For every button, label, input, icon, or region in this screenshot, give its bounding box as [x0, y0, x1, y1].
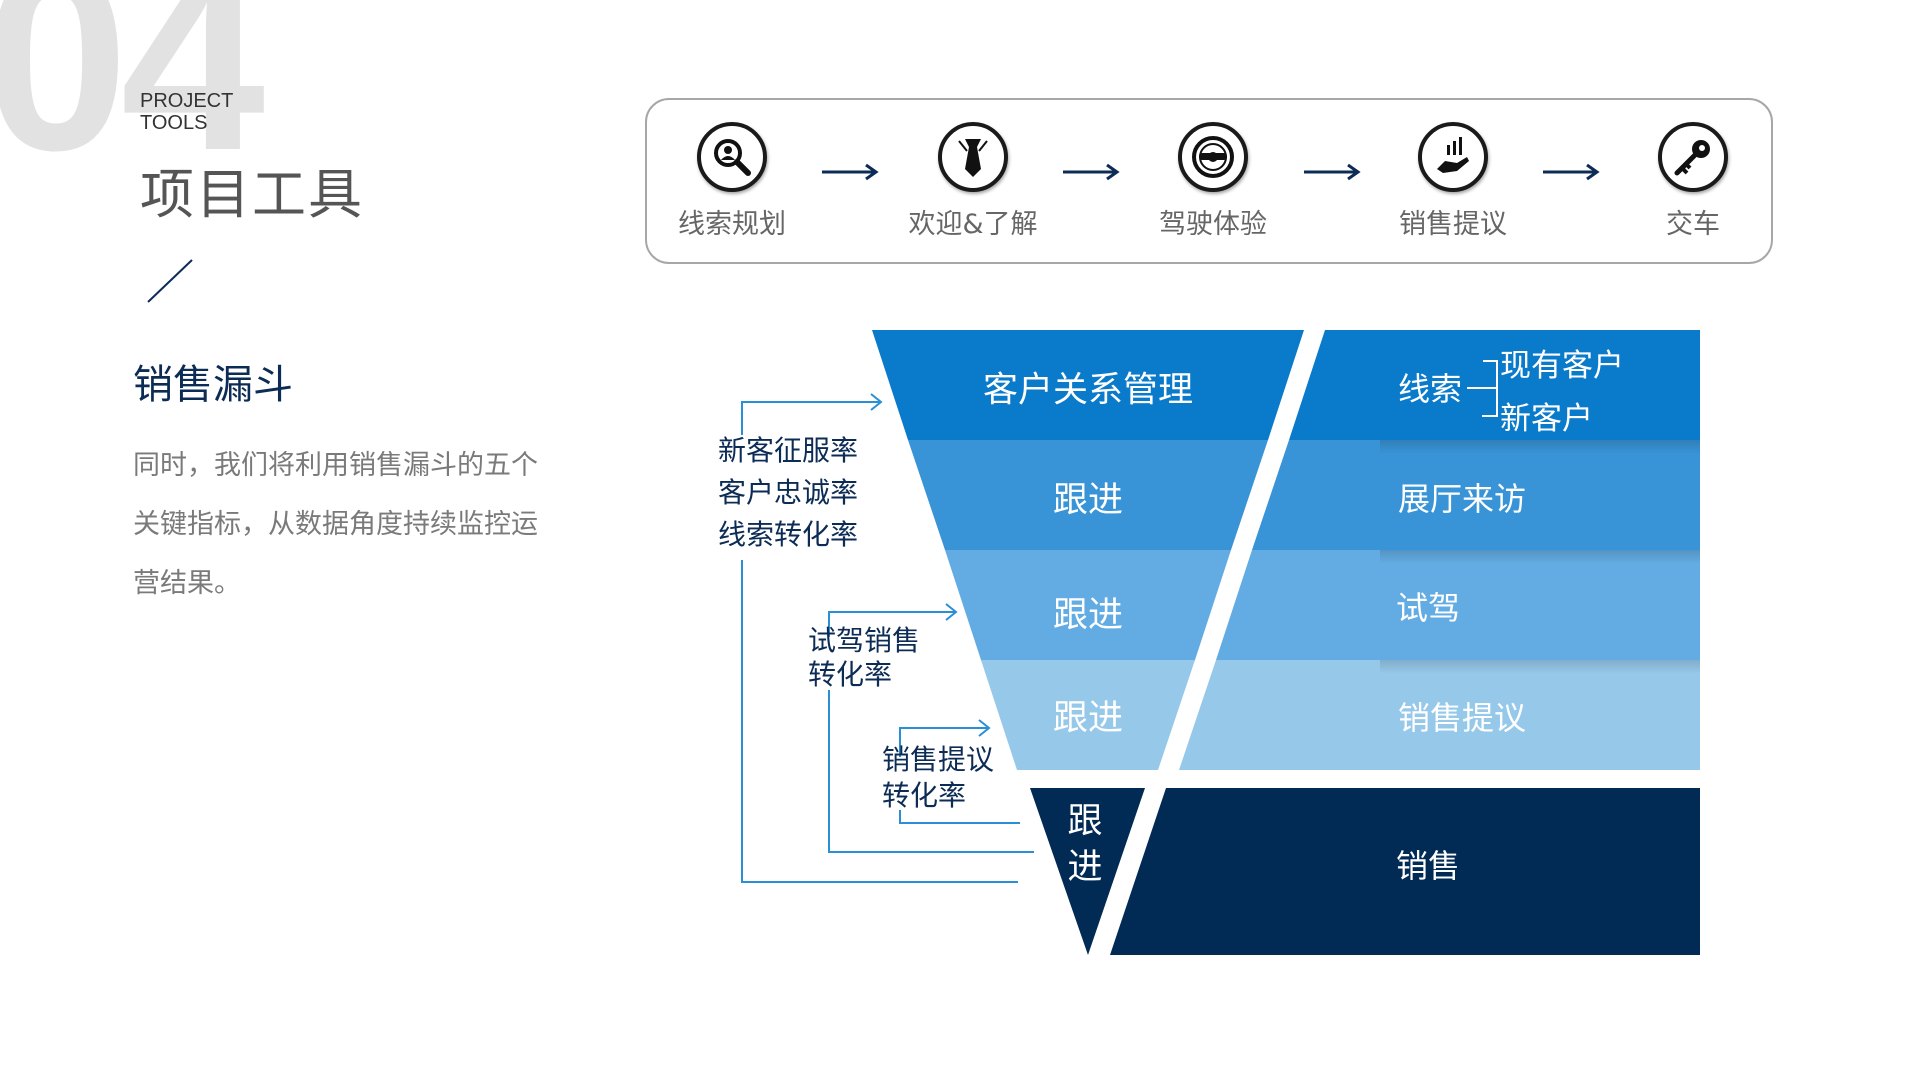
conversion-label-line: 销售提议 — [882, 743, 995, 776]
funnel-right-label: 展厅来访 — [1397, 480, 1527, 518]
funnel-right-label: 线索 — [1397, 370, 1463, 408]
conversion-label-line: 客户忠诚率 — [718, 476, 859, 509]
funnel-left-label: 跟进 — [1052, 480, 1124, 521]
funnel-right-layer-1 — [1289, 330, 1700, 440]
conversion-label-middle: 试驾销售 转化率 — [808, 624, 920, 692]
funnel-bottom-label: 跟 — [1067, 801, 1103, 842]
lead-existing-customer: 现有客户 — [1500, 348, 1624, 384]
layer-shadow — [1380, 550, 1700, 564]
conversion-label-line: 转化率 — [882, 779, 967, 812]
conversion-label-line: 转化率 — [808, 658, 893, 691]
funnel-left-label: 客户关系管理 — [982, 370, 1194, 411]
layer-shadow — [1380, 440, 1700, 454]
conversion-label-inner: 销售提议 转化率 — [882, 742, 994, 814]
funnel-left-label: 跟进 — [1052, 698, 1124, 739]
conversion-label-outer: 新客征服率 客户忠诚率 线索转化率 — [718, 430, 858, 556]
funnel-right-label: 试驾 — [1395, 589, 1461, 627]
conversion-label-line: 线索转化率 — [718, 518, 859, 551]
conversion-label-line: 新客征服率 — [718, 434, 859, 467]
sales-funnel-diagram — [741, 330, 1700, 955]
conversion-label-line: 试驾销售 — [808, 624, 921, 657]
layer-shadow — [1380, 660, 1700, 674]
funnel-right-label: 销售提议 — [1397, 699, 1527, 737]
funnel-bottom-label: 进 — [1067, 847, 1103, 888]
lead-new-customer: 新客户 — [1500, 401, 1593, 437]
funnel-right-label: 销售 — [1395, 847, 1461, 885]
funnel-left-label: 跟进 — [1052, 595, 1124, 636]
